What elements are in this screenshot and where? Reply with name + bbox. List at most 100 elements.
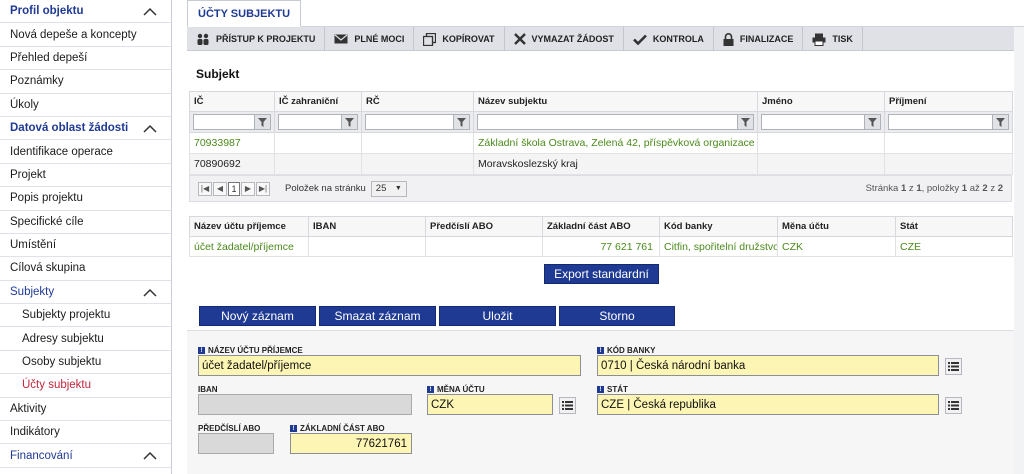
predcisli-field[interactable] [198,433,274,454]
first-page-button[interactable]: |◀ [198,181,212,196]
ulozit-button[interactable]: Uložit [439,306,556,326]
sidebar-section-12[interactable]: Subjekty [0,281,171,305]
finalizace-button[interactable]: FINALIZACE [714,27,804,51]
pager: |◀ ◀ 1 ▶ ▶| Položek na stránku 25 ▼ Strán… [189,175,1012,202]
per-page-label: Položek na stránku [285,183,366,194]
chevron-up-icon[interactable] [143,288,157,298]
filter-input[interactable] [366,115,453,129]
kod-banky-field[interactable]: 0710 | Česká národní banka [597,355,939,376]
cell-rc [361,132,474,154]
sidebar-item-18[interactable]: Indikátory [0,421,171,445]
filter-icon[interactable] [341,115,357,129]
page-number[interactable]: 1 [228,181,240,196]
pager-info-items: , položky [921,183,960,194]
filter-icon[interactable] [864,115,880,129]
col-zakladni-cast[interactable]: Základní část ABO [542,216,660,237]
sidebar-item-16[interactable]: Účty subjektu [0,374,171,398]
sidebar-item-3[interactable]: Poznámky [0,70,171,94]
col-mena[interactable]: Měna účtu [777,216,896,237]
filter-input[interactable] [194,115,254,129]
kopirovat-label: KOPÍROVAT [442,34,495,44]
kontrola-button[interactable]: KONTROLA [624,27,714,51]
novy-zaznam-button[interactable]: Nový záznam [199,306,316,326]
smazat-zaznam-button[interactable]: Smazat záznam [319,306,436,326]
chevron-up-icon[interactable] [143,451,157,461]
filter-input[interactable] [279,115,341,129]
sidebar-item-label: Financování [10,449,73,462]
col-rc[interactable]: RČ [361,91,474,112]
table-row[interactable]: účet žadatel/příjemce 77 621 761 Citfin,… [189,236,1013,257]
iban-field[interactable] [198,394,412,415]
envelope-icon [334,34,348,44]
filter-input[interactable] [889,115,992,129]
cell-jmeno [757,153,885,175]
sidebar-section-19[interactable]: Financování [0,444,171,468]
copy-icon [423,32,437,46]
filter-icon[interactable] [992,115,1008,129]
per-page-select[interactable]: 25 ▼ [370,180,407,197]
filter-input[interactable] [478,115,737,129]
col-iban[interactable]: IBAN [308,216,426,237]
sidebar-item-8[interactable]: Popis projektu [0,187,171,211]
last-page-button[interactable]: ▶| [256,181,270,196]
col-stat[interactable]: Stát [895,216,1013,237]
sidebar-item-10[interactable]: Umístění [0,234,171,258]
prev-page-button[interactable]: ◀ [213,181,227,196]
col-ic-zahranicni[interactable]: IČ zahraniční [274,91,362,112]
lock-icon [723,32,734,46]
content-area: Subjekt IČ IČ zahraniční RČ Název subjek… [187,51,1014,474]
sidebar-section-0[interactable]: Profil objektu [0,0,171,24]
chevron-up-icon[interactable] [143,7,157,17]
tisk-label: TISK [832,34,853,44]
sidebar-item-9[interactable]: Specifické cíle [0,211,171,234]
col-nazev-uctu[interactable]: Název účtu příjemce [189,216,309,237]
plne-moci-button[interactable]: PLNÉ MOCI [325,27,415,51]
list-picker-icon[interactable] [559,397,576,414]
list-picker-icon[interactable] [945,397,962,414]
filter-icon[interactable] [254,115,270,129]
mena-uctu-label: ! MĚNA ÚČTU [427,385,485,394]
sidebar-item-7[interactable]: Projekt [0,164,171,188]
sidebar-item-17[interactable]: Aktivity [0,398,171,422]
sidebar-item-2[interactable]: Přehled depeší [0,47,171,71]
sidebar-item-15[interactable]: Osoby subjektu [0,351,171,375]
tisk-button[interactable]: TISK [803,27,863,51]
col-nazev-subjektu[interactable]: Název subjektu [473,91,758,112]
nazev-uctu-field[interactable]: účet žadatel/příjemce [198,355,581,376]
required-marker-icon: ! [198,347,205,354]
pristup-k-projektu-button[interactable]: PŘÍSTUP K PROJEKTU [187,27,326,51]
next-page-button[interactable]: ▶ [241,181,255,196]
col-kod-banky[interactable]: Kód banky [659,216,778,237]
sidebar-item-4[interactable]: Úkoly [0,94,171,117]
col-prijmeni[interactable]: Příjmení [884,91,1013,112]
sidebar-item-6[interactable]: Identifikace operace [0,140,171,164]
filter-icon[interactable] [453,115,469,129]
chevron-up-icon[interactable] [143,124,157,134]
sidebar-item-1[interactable]: Nová depeše a koncepty [0,23,171,47]
tab-ucty-subjektu[interactable]: ÚČTY SUBJEKTU [187,0,302,27]
table-row[interactable]: 70933987 Základní škola Ostrava, Zelená … [189,132,1013,154]
export-standardni-button[interactable]: Export standardní [544,264,659,284]
sidebar-item-14[interactable]: Adresy subjektu [0,327,171,351]
cell-nazev-uctu: účet žadatel/příjemce [189,236,309,257]
table-row[interactable]: 70890692 Moravskoslezský kraj [189,153,1013,175]
storno-button[interactable]: Storno [559,306,675,326]
sidebar-item-11[interactable]: Cílová skupina [0,257,171,281]
people-icon [196,33,210,46]
list-picker-icon[interactable] [945,358,962,375]
cell-ic: 70890692 [189,153,275,175]
sidebar-item-13[interactable]: Subjekty projektu [0,304,171,328]
col-jmeno[interactable]: Jméno [757,91,885,112]
kopirovat-button[interactable]: KOPÍROVAT [414,27,505,51]
stat-field[interactable]: CZE | Česká republika [597,394,939,415]
accounts-table-header: Název účtu příjemce IBAN Předčíslí ABO Z… [189,216,1013,237]
cell-stat: CZE [895,236,1013,257]
sidebar-section-5[interactable]: Datová oblast žádosti [0,117,171,141]
zakladni-cast-field[interactable]: 77621761 [290,433,412,454]
vymazat-zadost-button[interactable]: VYMAZAT ŽÁDOST [505,27,624,51]
col-predcisli[interactable]: Předčíslí ABO [425,216,543,237]
col-ic[interactable]: IČ [189,91,275,112]
filter-icon[interactable] [737,115,753,129]
mena-uctu-field[interactable]: CZK [427,394,553,415]
filter-input[interactable] [762,115,864,129]
